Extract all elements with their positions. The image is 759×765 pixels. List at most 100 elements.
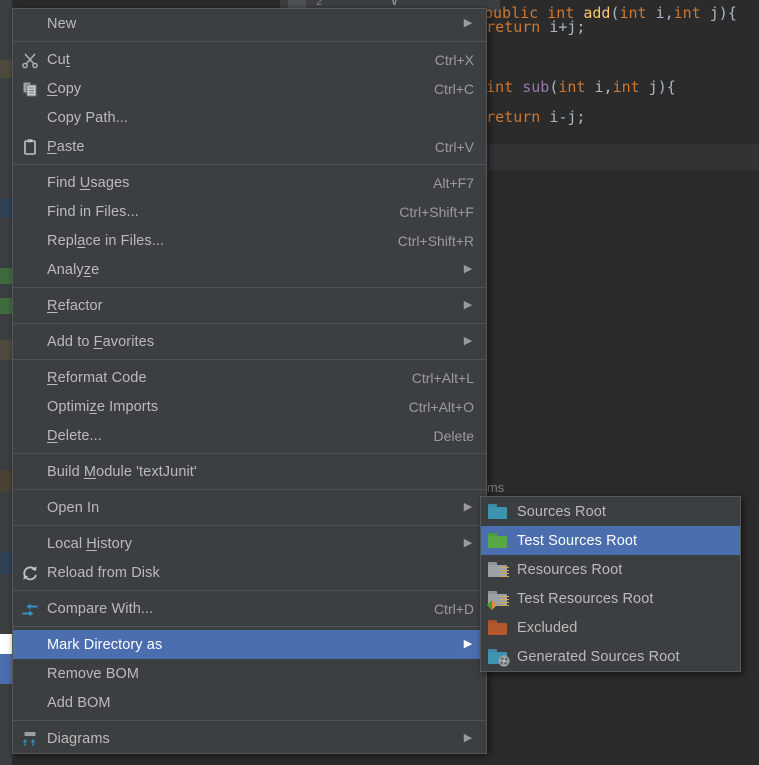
menu-separator bbox=[13, 287, 486, 288]
menu-item-label: Copy bbox=[47, 80, 82, 97]
menu-item-icon-slot bbox=[13, 169, 47, 197]
menu-item-label: Paste bbox=[47, 138, 85, 155]
menu-item-icon-slot bbox=[13, 689, 47, 717]
menu-item-new[interactable]: New ▶ bbox=[13, 9, 486, 38]
menu-item-shortcut: Delete bbox=[433, 427, 474, 444]
menu-item-label: New bbox=[47, 15, 77, 32]
menu-item-label: Refactor bbox=[47, 297, 103, 314]
refresh-icon bbox=[13, 559, 47, 587]
menu-separator bbox=[13, 590, 486, 591]
menu-item-icon-slot bbox=[13, 393, 47, 421]
menu-item-label: Optimize Imports bbox=[47, 398, 159, 415]
submenu-arrow-icon: ▶ bbox=[463, 263, 473, 275]
folder-sources-icon bbox=[481, 498, 515, 526]
context-menu[interactable]: New ▶ Cut Ctrl+X Copy Ctrl+C Copy Path... Paste… bbox=[12, 8, 487, 754]
project-tree-strip bbox=[0, 0, 12, 765]
menu-item-label: Reload from Disk bbox=[47, 564, 160, 581]
submenu-item-resources-root[interactable]: Resources Root bbox=[481, 555, 740, 584]
folder-test-resources-icon bbox=[481, 585, 515, 613]
menu-item-copy-path[interactable]: Copy Path... bbox=[13, 103, 486, 132]
menu-item-add-to-favorites[interactable]: Add to Favorites ▶ bbox=[13, 327, 486, 356]
menu-item-label: Copy Path... bbox=[47, 109, 128, 126]
menu-item-mark-directory-as[interactable]: Mark Directory as ▶ bbox=[13, 630, 486, 659]
menu-item-reformat-code[interactable]: Reformat Code Ctrl+Alt+L bbox=[13, 363, 486, 392]
toolbar-line-number: 2 bbox=[316, 0, 323, 8]
submenu-item-generated-sources-root[interactable]: Generated Sources Root bbox=[481, 642, 740, 671]
menu-item-reload-from-disk[interactable]: Reload from Disk bbox=[13, 558, 486, 587]
menu-item-shortcut: Alt+F7 bbox=[433, 174, 474, 191]
menu-item-optimize-imports[interactable]: Optimize Imports Ctrl+Alt+O bbox=[13, 392, 486, 421]
menu-item-diagrams[interactable]: Diagrams ▶ bbox=[13, 724, 486, 753]
menu-item-add-bom[interactable]: Add BOM bbox=[13, 688, 486, 717]
menu-item-shortcut: Ctrl+V bbox=[434, 138, 474, 155]
menu-item-analyze[interactable]: Analyze ▶ bbox=[13, 255, 486, 284]
menu-separator bbox=[13, 359, 486, 360]
submenu-arrow-icon: ▶ bbox=[463, 537, 473, 549]
menu-item-label: Analyze bbox=[47, 261, 100, 278]
menu-item-copy[interactable]: Copy Ctrl+C bbox=[13, 74, 486, 103]
scissors-icon bbox=[13, 46, 47, 74]
menu-item-label: Open In bbox=[47, 499, 100, 516]
menu-item-label: Local History bbox=[47, 535, 133, 552]
submenu-item-label: Test Resources Root bbox=[517, 590, 654, 607]
menu-item-icon-slot bbox=[13, 530, 47, 558]
menu-separator bbox=[13, 626, 486, 627]
menu-separator bbox=[13, 164, 486, 165]
menu-item-label: Mark Directory as bbox=[47, 636, 163, 653]
menu-item-icon-slot bbox=[13, 458, 47, 486]
menu-item-icon-slot bbox=[13, 256, 47, 284]
menu-item-build-module[interactable]: Build Module 'textJunit' bbox=[13, 457, 486, 486]
mark-directory-as-submenu[interactable]: Sources Root Test Sources Root Resources R… bbox=[480, 496, 741, 672]
menu-item-icon-slot bbox=[13, 227, 47, 255]
menu-item-label: Remove BOM bbox=[47, 665, 140, 682]
menu-item-label: Replace in Files... bbox=[47, 232, 165, 249]
menu-item-label: Find in Files... bbox=[47, 203, 139, 220]
menu-item-refactor[interactable]: Refactor ▶ bbox=[13, 291, 486, 320]
submenu-item-sources-root[interactable]: Sources Root bbox=[481, 497, 740, 526]
menu-item-paste[interactable]: Paste Ctrl+V bbox=[13, 132, 486, 161]
folder-excluded-icon bbox=[488, 619, 508, 636]
folder-sources-icon bbox=[488, 503, 508, 520]
menu-item-icon-slot bbox=[13, 104, 47, 132]
menu-separator bbox=[13, 489, 486, 490]
menu-item-compare-with[interactable]: Compare With... Ctrl+D bbox=[13, 594, 486, 623]
menu-separator bbox=[13, 453, 486, 454]
menu-item-local-history[interactable]: Local History ▶ bbox=[13, 529, 486, 558]
compare-icon bbox=[13, 595, 47, 623]
menu-item-icon-slot bbox=[13, 10, 47, 38]
menu-item-find-in-files[interactable]: Find in Files... Ctrl+Shift+F bbox=[13, 197, 486, 226]
folder-resources-icon bbox=[481, 556, 515, 584]
folder-excluded-icon bbox=[481, 614, 515, 642]
submenu-item-excluded[interactable]: Excluded bbox=[481, 613, 740, 642]
menu-item-label: Diagrams bbox=[47, 730, 110, 747]
submenu-item-label: Excluded bbox=[517, 619, 578, 636]
submenu-arrow-icon: ▶ bbox=[463, 17, 473, 29]
menu-item-delete[interactable]: Delete... Delete bbox=[13, 421, 486, 450]
menu-item-replace-in-files[interactable]: Replace in Files... Ctrl+Shift+R bbox=[13, 226, 486, 255]
menu-item-find-usages[interactable]: Find Usages Alt+F7 bbox=[13, 168, 486, 197]
submenu-item-test-sources-root[interactable]: Test Sources Root bbox=[481, 526, 740, 555]
editor-divider bbox=[484, 143, 759, 171]
menu-separator bbox=[13, 720, 486, 721]
menu-item-shortcut: Ctrl+Shift+F bbox=[399, 203, 474, 220]
run-tool-window bbox=[484, 170, 759, 765]
menu-item-label: Add BOM bbox=[47, 694, 111, 711]
submenu-arrow-icon: ▶ bbox=[463, 638, 473, 650]
menu-item-cut[interactable]: Cut Ctrl+X bbox=[13, 45, 486, 74]
menu-separator bbox=[13, 525, 486, 526]
clipboard-icon bbox=[13, 133, 47, 161]
menu-item-open-in[interactable]: Open In ▶ bbox=[13, 493, 486, 522]
submenu-item-test-resources-root[interactable]: Test Resources Root bbox=[481, 584, 740, 613]
menu-item-shortcut: Ctrl+Shift+R bbox=[397, 232, 474, 249]
menu-item-shortcut: Ctrl+Alt+O bbox=[408, 398, 474, 415]
folder-test-sources-icon bbox=[488, 532, 508, 549]
menu-item-icon-slot bbox=[13, 364, 47, 392]
folder-test-sources-icon bbox=[481, 527, 515, 555]
folder-test-resources-icon bbox=[487, 590, 509, 610]
menu-item-icon-slot bbox=[13, 631, 47, 659]
menu-item-icon-slot bbox=[13, 660, 47, 688]
copy-icon bbox=[13, 75, 47, 103]
menu-item-label: Reformat Code bbox=[47, 369, 147, 386]
folder-generated-icon bbox=[488, 648, 510, 667]
menu-item-remove-bom[interactable]: Remove BOM bbox=[13, 659, 486, 688]
